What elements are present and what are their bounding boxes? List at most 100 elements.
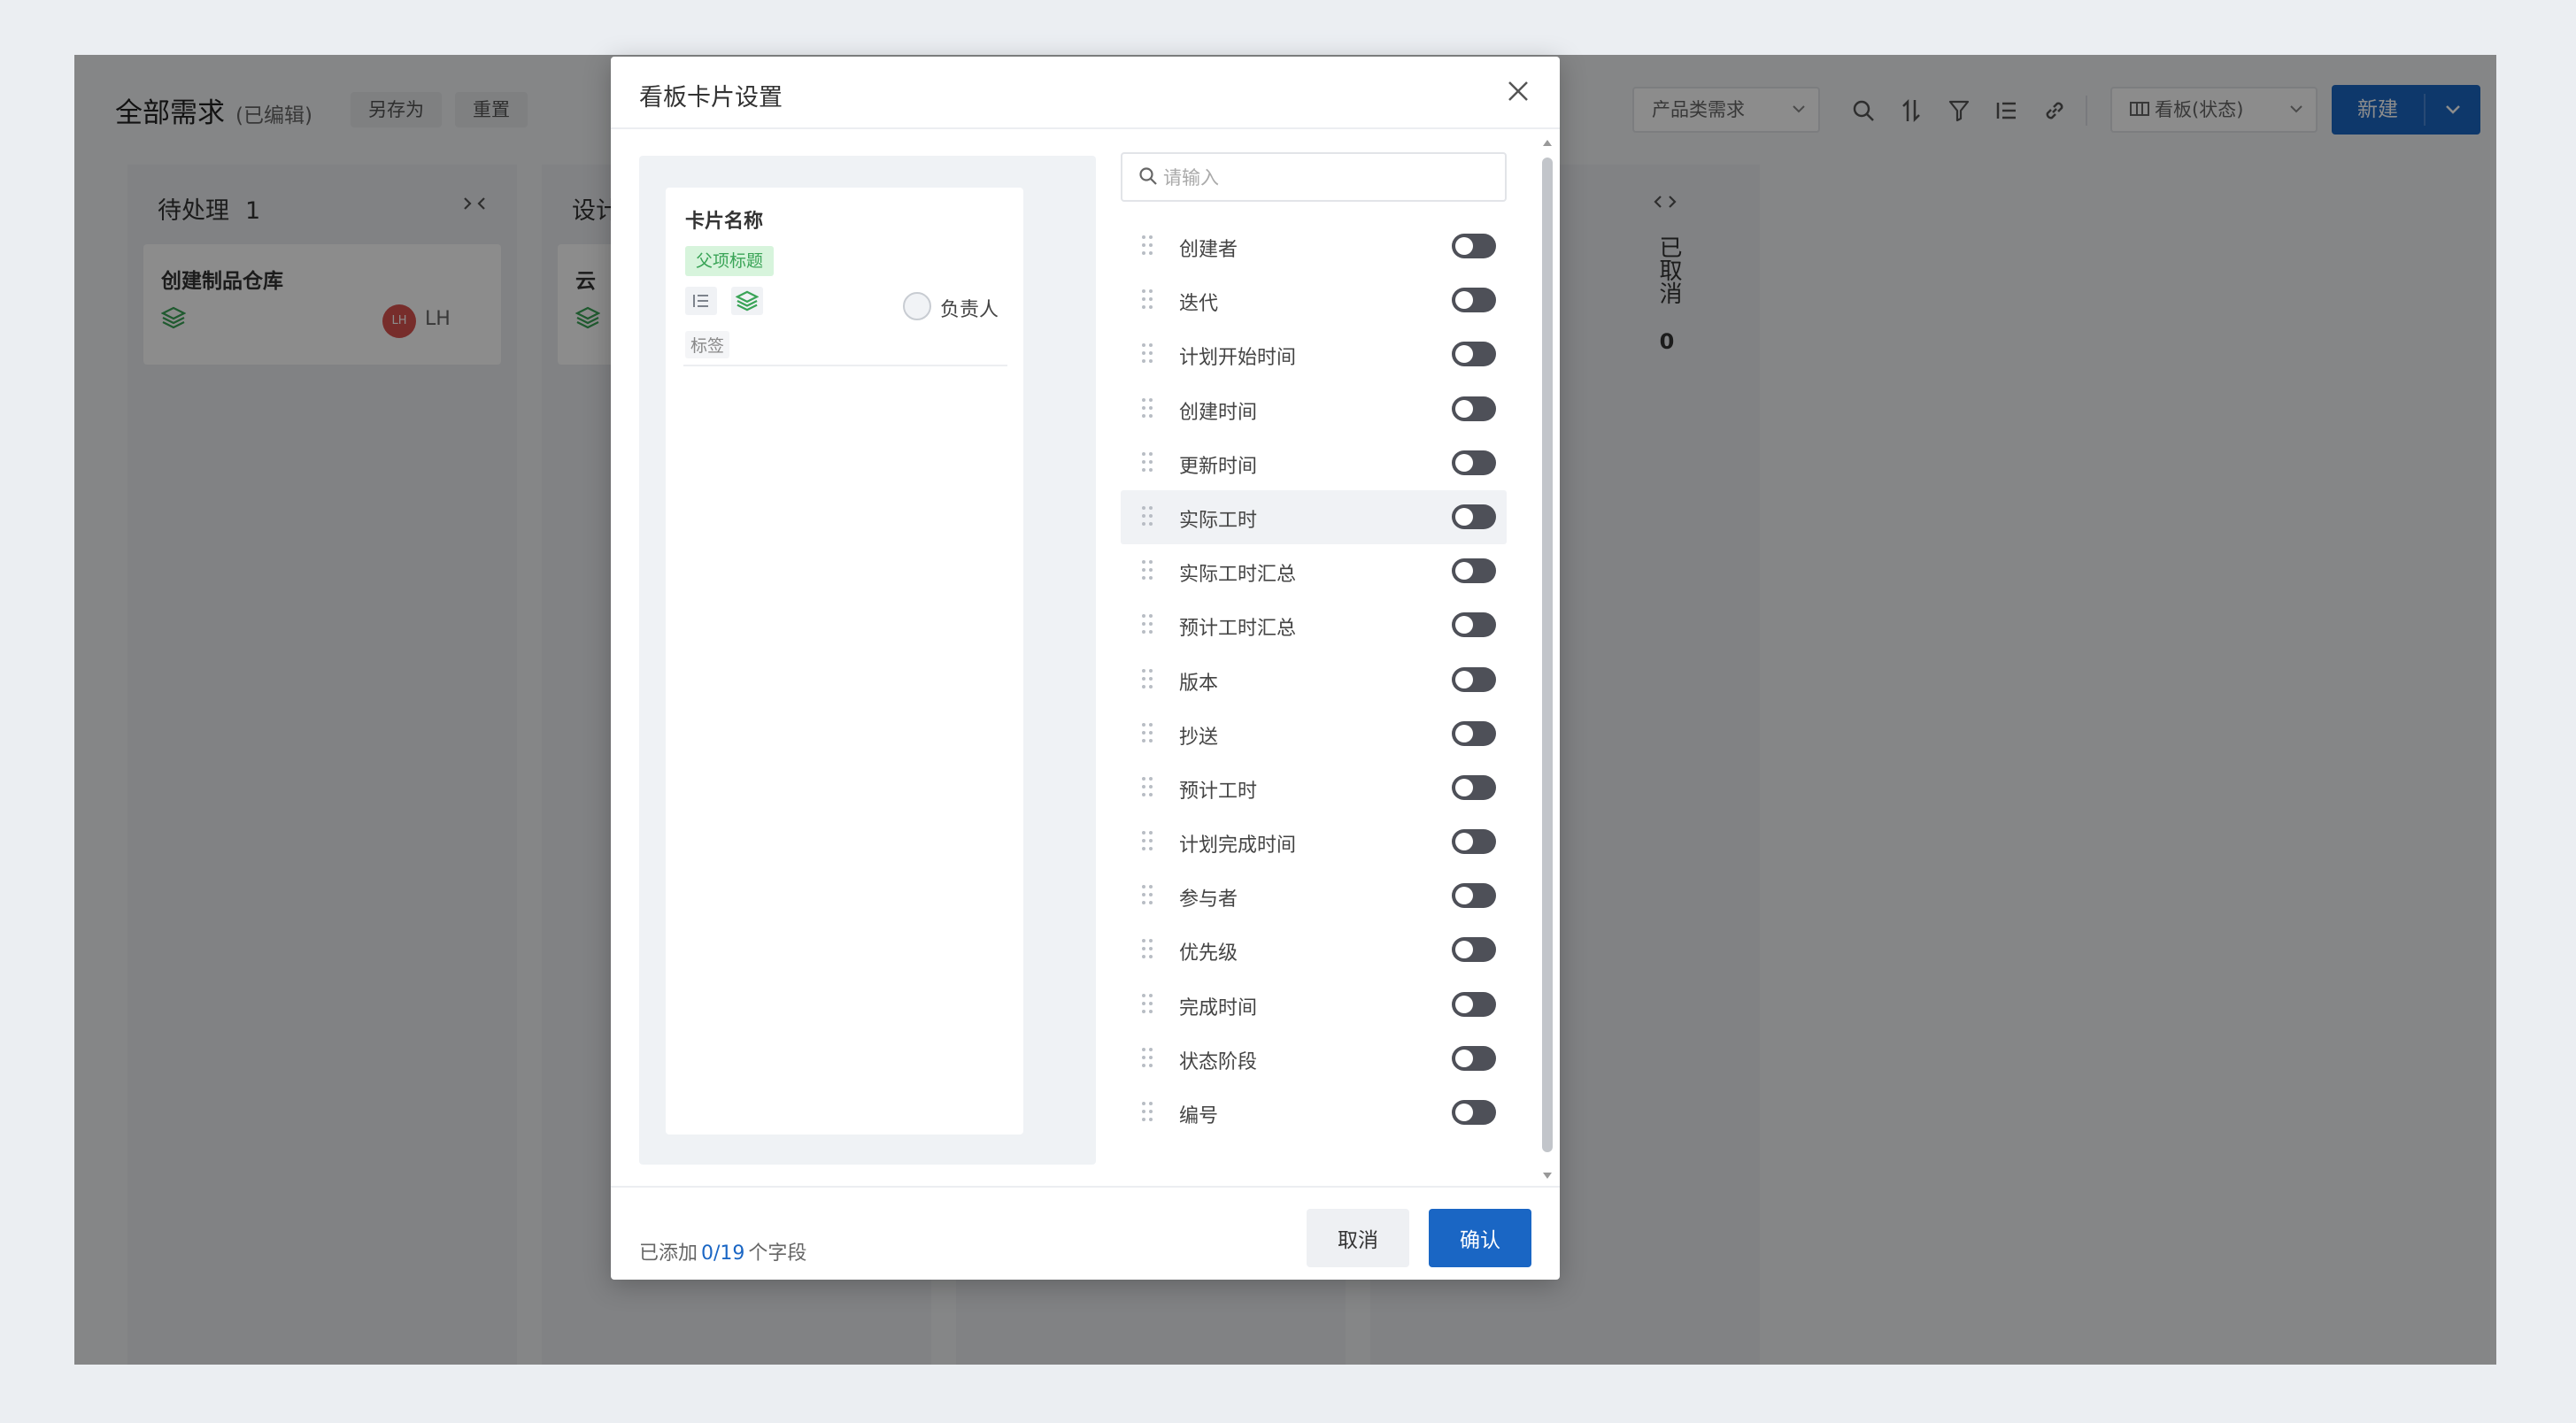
toggle-knob [1455,237,1473,255]
field-row[interactable]: 参与者 [1121,869,1507,923]
field-toggle-switch[interactable] [1452,720,1496,746]
field-row[interactable]: 抄送 [1121,707,1507,761]
field-toggle-switch[interactable] [1452,774,1496,800]
preview-card-name: 卡片名称 [685,211,764,233]
field-row[interactable]: 实际工时汇总 [1121,544,1507,598]
field-row[interactable]: 优先级 [1121,923,1507,977]
drag-handle-icon[interactable] [1142,668,1154,692]
field-toggle-switch[interactable] [1452,937,1496,963]
field-list-panel: 创建者迭代计划开始时间创建时间更新时间实际工时实际工时汇总预计工时汇总版本抄送预… [1121,152,1530,1161]
drag-handle-icon[interactable] [1142,505,1154,529]
field-toggle-switch[interactable] [1452,829,1496,855]
toggle-knob [1455,507,1473,526]
drag-handle-icon[interactable] [1142,722,1154,746]
field-toggle-switch[interactable] [1452,991,1496,1017]
field-row[interactable]: 版本 [1121,653,1507,707]
field-row[interactable]: 编号 [1121,1086,1507,1140]
drag-handle-icon[interactable] [1142,776,1154,800]
drag-handle-icon[interactable] [1142,614,1154,637]
field-toggle-switch[interactable] [1452,558,1496,584]
cancel-button[interactable]: 取消 [1307,1209,1409,1267]
drag-handle-icon[interactable] [1142,289,1154,312]
field-label: 预计工时 [1179,780,1258,803]
field-label: 实际工时汇总 [1179,564,1297,587]
modal-header: 看板卡片设置 [611,57,1560,129]
field-label: 抄送 [1179,726,1219,749]
field-toggle-switch[interactable] [1452,612,1496,638]
field-label: 状态阶段 [1179,1050,1258,1073]
field-label: 实际工时 [1179,509,1258,532]
toggle-knob [1455,291,1473,310]
drag-handle-icon[interactable] [1142,1047,1154,1071]
parent-title-tag: 父项标题 [685,246,775,276]
modal-title: 看板卡片设置 [639,84,783,112]
field-label: 创建时间 [1179,401,1258,424]
toggle-knob [1455,724,1473,742]
field-row[interactable]: 状态阶段 [1121,1032,1507,1086]
close-icon [1507,80,1530,106]
card-settings-modal: 看板卡片设置 卡片名称 父项标题 负责人 标签 请输入 创建者 迭代 计划开始时… [611,57,1560,1280]
toggle-knob [1455,941,1473,959]
field-row[interactable]: 完成时间 [1121,978,1507,1032]
toggle-knob [1455,616,1473,635]
field-toggle-switch[interactable] [1452,666,1496,692]
modal-footer: 已添加 0/19 个字段 取消 确认 [611,1186,1560,1280]
tag-label: 标签 [685,331,730,358]
field-row[interactable]: 预计工时汇总 [1121,598,1507,652]
field-row[interactable]: 计划开始时间 [1121,327,1507,381]
field-label: 优先级 [1179,942,1238,965]
toggle-knob [1455,399,1473,418]
field-toggle-switch[interactable] [1452,288,1496,313]
confirm-button[interactable]: 确认 [1429,1209,1531,1267]
field-label: 计划开始时间 [1179,347,1297,370]
field-search-input[interactable] [1163,161,1491,195]
field-toggle-switch[interactable] [1452,1100,1496,1125]
field-label: 完成时间 [1179,996,1258,1019]
field-row[interactable]: 更新时间 [1121,436,1507,490]
close-button[interactable] [1500,74,1537,112]
field-toggle-switch[interactable] [1452,396,1496,421]
drag-handle-icon[interactable] [1142,451,1154,475]
drag-handle-icon[interactable] [1142,560,1154,583]
scroll-down-arrow-icon[interactable] [1543,1173,1552,1179]
drag-handle-icon[interactable] [1142,939,1154,962]
field-row[interactable]: 创建者 [1121,219,1507,273]
field-row[interactable]: 实际工时 [1121,489,1507,545]
field-row[interactable]: 计划完成时间 [1121,815,1507,869]
field-label: 创建者 [1179,239,1238,261]
field-toggle-switch[interactable] [1452,342,1496,367]
field-toggle-switch[interactable] [1452,450,1496,475]
field-toggle-switch[interactable] [1452,234,1496,258]
field-label: 版本 [1179,672,1219,695]
drag-handle-icon[interactable] [1142,993,1154,1017]
layers-icon [731,287,763,315]
search-icon [1138,166,1158,189]
drag-handle-icon[interactable] [1142,235,1154,258]
drag-handle-icon[interactable] [1142,397,1154,421]
drag-handle-icon[interactable] [1142,343,1154,366]
drag-handle-icon[interactable] [1142,1102,1154,1125]
scroll-up-arrow-icon[interactable] [1543,140,1552,146]
field-list-scrollbar[interactable] [1537,135,1558,1184]
field-toggle-switch[interactable] [1452,504,1496,529]
added-suffix: 个字段 [748,1242,807,1265]
field-list: 创建者迭代计划开始时间 创建时间更新时间实际工时实际工时汇总预计工时汇总版本抄送预… [1121,219,1507,1140]
field-search-box [1121,152,1507,202]
field-row[interactable]: 预计工时 [1121,761,1507,815]
toggle-knob [1455,887,1473,905]
toggle-knob [1455,995,1473,1013]
drag-handle-icon[interactable] [1142,831,1154,854]
field-toggle-switch[interactable] [1452,883,1496,909]
preview-card: 卡片名称 父项标题 负责人 标签 [666,188,1023,1135]
owner-avatar-placeholder [903,292,931,320]
field-toggle-switch[interactable] [1452,1045,1496,1071]
field-row[interactable]: 创建时间 [1121,382,1507,436]
toggle-knob [1455,670,1473,688]
field-label: 迭代 [1179,293,1219,316]
scrollbar-thumb[interactable] [1542,158,1553,1152]
field-row[interactable]: 迭代 [1121,273,1507,327]
drag-handle-icon[interactable] [1142,885,1154,908]
list-icon [685,287,717,315]
field-label: 更新时间 [1179,455,1258,478]
field-label: 编号 [1179,1105,1219,1127]
